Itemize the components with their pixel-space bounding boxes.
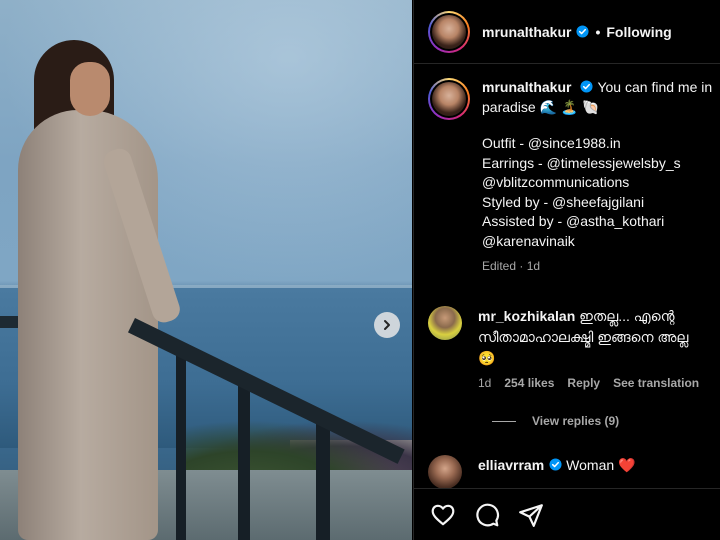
post-sidebar: mrunalthakur • Following mrunalthakur Yo… [413,0,720,540]
post-header: mrunalthakur • Following [414,0,720,64]
caption-line: @karenavinaik [482,232,575,249]
separator-dot: • [595,23,601,40]
carousel-next-button[interactable] [374,312,400,338]
caption-author-avatar[interactable] [428,78,470,120]
caption-line: Earrings - @timelessjewelsby_s [482,154,681,171]
comment-meta: 1d 254 likes Reply See translation [478,373,703,394]
railing-post [238,375,250,540]
comment-bubble-icon[interactable] [474,502,500,528]
verified-badge-icon [580,80,594,93]
caption-line: Styled by - @sheefajgilani [482,193,645,210]
person-face [70,62,110,116]
view-replies-label: View replies (9) [532,414,620,428]
view-replies-button[interactable]: View replies (9) [492,414,619,428]
railing-post [176,345,186,540]
comment-likes[interactable]: 254 likes [504,373,554,394]
caption-line: @vblitzcommunications [482,174,630,190]
caption-line: Assisted by - @astha_kothari [482,213,665,229]
paper-plane-icon[interactable] [518,502,544,528]
heart-icon[interactable] [430,502,456,528]
see-translation-button[interactable]: See translation [613,373,699,394]
verified-badge-icon [576,25,590,38]
railing-post [316,415,330,540]
author-username[interactable]: mrunalthakur [482,24,571,40]
comment-username[interactable]: elliavrram [478,457,544,473]
comment-text: Woman ❤️ [566,457,636,473]
caption-author-username[interactable]: mrunalthakur [482,79,571,95]
caption-line: paradise 🌊 🏝️ 🐚 [482,98,600,115]
comment: mr_kozhikalan ഇതല്ല... എന്റെ സീതാമാഹാലക്… [428,306,720,394]
post-photo[interactable] [0,0,412,540]
caption-line: You can find me in [597,79,713,95]
caption-line: Outfit - @since1988.in [482,135,621,151]
following-button[interactable]: Following [606,24,671,40]
comment-username[interactable]: mr_kozhikalan [478,308,575,324]
comment-avatar[interactable] [428,455,462,489]
chevron-right-icon [384,320,390,330]
post-caption: mrunalthakur You can find me in paradise… [428,78,720,277]
comment-avatar[interactable] [428,306,462,340]
post-action-bar [414,488,720,540]
reply-button[interactable]: Reply [567,373,600,394]
caption-meta: Edited · 1d [482,259,541,273]
author-avatar[interactable] [428,10,470,53]
replies-divider [492,420,516,422]
comment: elliavrram Woman ❤️ [428,455,720,489]
verified-badge-icon [549,458,562,471]
comment-time: 1d [478,376,492,390]
